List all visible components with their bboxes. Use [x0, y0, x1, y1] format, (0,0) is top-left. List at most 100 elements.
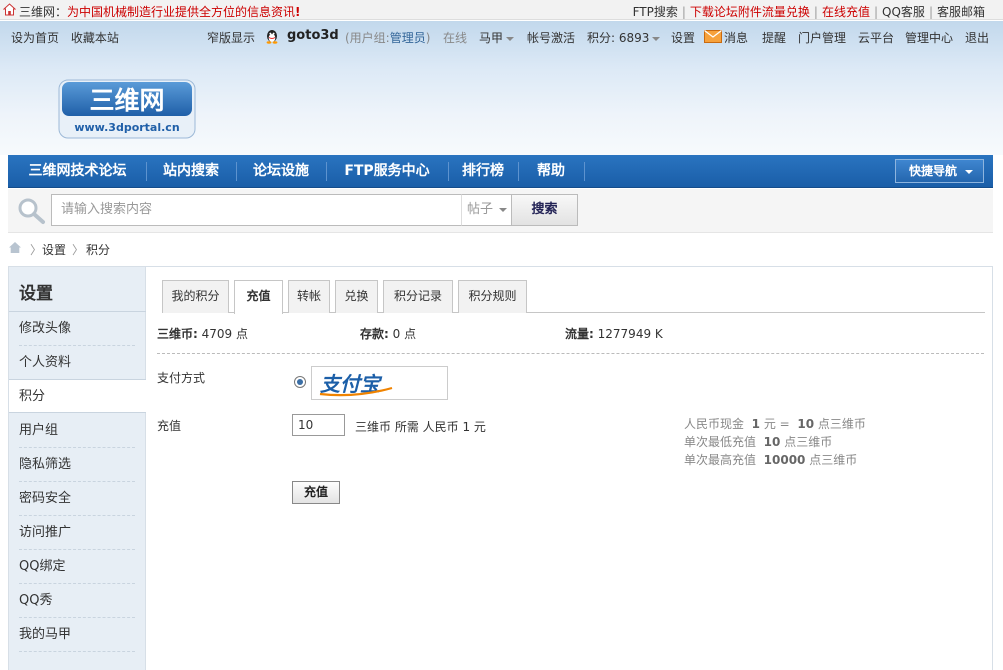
qq-service-link[interactable]: QQ客服 — [882, 5, 925, 19]
rate-min-value: 10 — [763, 435, 781, 449]
points-content: 我的积分 充值 转帐 兑换 积分记录 积分规则 三维币: 4709 点 存款: … — [147, 267, 992, 670]
service-email-link[interactable]: 客服邮箱 — [937, 5, 985, 19]
recharge-amount-note: 三维币 所需 人民币 1 元 — [355, 420, 486, 434]
traffic-value: 1277949 K — [597, 327, 663, 341]
settings-link[interactable]: 设置 — [671, 29, 695, 46]
points-menu[interactable]: 积分: 6893 — [587, 29, 661, 46]
nav-ranking[interactable]: 排行榜 — [453, 155, 513, 188]
sidebar-title: 设置 — [19, 284, 53, 304]
search-icon — [18, 198, 45, 224]
sidebar-item-qq-bind[interactable]: QQ绑定 — [19, 550, 135, 584]
rate-min: 单次最低充值 10 点三维币 — [684, 433, 832, 450]
traffic-exchange-link[interactable]: 下载论坛附件流量兑换 — [690, 5, 810, 19]
tab-exchange[interactable]: 兑换 — [335, 280, 378, 313]
sidebar-item-qq-show[interactable]: QQ秀 — [19, 584, 135, 618]
sidebar-item-my-armor[interactable]: 我的马甲 — [19, 618, 135, 652]
points-label: 积分: 6893 — [587, 31, 650, 45]
chevron-down-icon — [506, 36, 515, 41]
rate-exchange-coin: 10 — [797, 417, 815, 431]
user-group: (用户组:管理员) — [345, 29, 430, 46]
coin-stat: 三维币: 4709 点 — [157, 325, 248, 342]
armor-menu[interactable]: 马甲 — [479, 29, 515, 46]
search-type-select[interactable]: 帖子 — [461, 194, 512, 226]
sidebar-item-avatar[interactable]: 修改头像 — [19, 312, 135, 346]
breadcrumb-points[interactable]: 积分 — [86, 241, 110, 258]
nav-help[interactable]: 帮助 — [523, 155, 579, 188]
nav-facilities[interactable]: 论坛设施 — [241, 155, 321, 188]
nav-site-search[interactable]: 站内搜索 — [151, 155, 231, 188]
nav-forum[interactable]: 三维网技术论坛 — [14, 155, 141, 188]
online-recharge-link[interactable]: 在线充值 — [822, 5, 870, 19]
chevron-down-icon — [965, 169, 974, 174]
breadcrumb-separator: 〉 — [30, 243, 43, 257]
ftp-search-link[interactable]: FTP搜索 — [633, 5, 678, 19]
bookmark-link[interactable]: 收藏本站 — [71, 31, 119, 45]
recharge-submit-button[interactable]: 充值 — [292, 481, 340, 504]
logout-link[interactable]: 退出 — [965, 29, 989, 46]
nav-ftp-center[interactable]: FTP服务中心 — [331, 155, 443, 188]
portal-admin-link[interactable]: 门户管理 — [798, 29, 846, 46]
group-suffix: ) — [425, 31, 431, 45]
deposit-label: 存款: — [360, 327, 389, 341]
breadcrumb-settings[interactable]: 设置 — [42, 241, 66, 258]
sidebar-item-points[interactable]: 积分 — [9, 379, 146, 413]
divider — [157, 353, 984, 354]
account-activate-link[interactable]: 帐号激活 — [527, 29, 575, 46]
payment-method-label: 支付方式 — [157, 371, 206, 385]
set-home-link[interactable]: 设为首页 — [11, 31, 59, 45]
group-link[interactable]: 管理员 — [390, 31, 426, 45]
reminders-link[interactable]: 提醒 — [762, 29, 786, 46]
tab-recharge[interactable]: 充值 — [234, 280, 283, 314]
sidebar-item-usergroup[interactable]: 用户组 — [19, 414, 135, 448]
tab-points-rules[interactable]: 积分规则 — [458, 280, 527, 313]
search-input[interactable]: 请输入搜索内容 — [51, 194, 462, 226]
site-notice[interactable]: 三维网：为中国机械制造行业提供全方位的信息资讯! — [19, 3, 301, 20]
breadcrumb-separator: 〉 — [72, 243, 85, 257]
alipay-radio[interactable] — [294, 376, 306, 388]
site-header: 设为首页 收藏本站 窄版显示 goto3d (用户组:管理员) 在线 马甲 帐号… — [0, 21, 1003, 155]
home-icon[interactable] — [3, 3, 16, 16]
rate-exchange-mid: 元 = — [763, 417, 790, 431]
sidebar-item-privacy[interactable]: 隐私筛选 — [19, 448, 135, 482]
alipay-logo[interactable]: 支付宝 — [311, 366, 448, 400]
rate-max-pre: 单次最高充值 — [684, 453, 757, 467]
user-bar: 设为首页 收藏本站 窄版显示 goto3d (用户组:管理员) 在线 马甲 帐号… — [0, 21, 1003, 51]
site-slogan: 为中国机械制造行业提供全方位的信息资讯 — [67, 5, 296, 19]
sidebar-item-promotion[interactable]: 访问推广 — [19, 516, 135, 550]
narrow-view-link[interactable]: 窄版显示 — [207, 29, 255, 46]
recharge-amount-input[interactable]: 10 — [292, 414, 345, 436]
tab-points-log[interactable]: 积分记录 — [383, 280, 453, 313]
chevron-down-icon — [499, 207, 508, 212]
site-logo[interactable]: 三维网 www.3dportal.cn — [58, 79, 196, 139]
traffic-label: 流量: — [565, 327, 594, 341]
coin-label: 三维币: — [157, 327, 198, 341]
rate-max-value: 10000 — [763, 453, 806, 467]
rate-min-pre: 单次最低充值 — [684, 435, 757, 449]
search-button[interactable]: 搜索 — [511, 194, 578, 226]
logo-url: www.3dportal.cn — [74, 121, 179, 134]
logo-text: 三维网 — [89, 86, 164, 115]
traffic-stat: 流量: 1277949 K — [565, 325, 663, 342]
admin-center-link[interactable]: 管理中心 — [905, 29, 953, 46]
rate-exchange-pre: 人民币现金 — [684, 417, 745, 431]
group-prefix: (用户组: — [345, 31, 390, 45]
settings-sidebar: 设置 修改头像 个人资料 积分 用户组 隐私筛选 密码安全 访问推广 QQ绑定 … — [9, 267, 146, 670]
quick-nav-button[interactable]: 快捷导航 — [895, 159, 984, 183]
username-link[interactable]: goto3d — [287, 28, 339, 43]
tab-my-points[interactable]: 我的积分 — [162, 280, 229, 313]
sidebar-item-profile[interactable]: 个人资料 — [19, 346, 135, 380]
online-status[interactable]: 在线 — [443, 29, 467, 46]
qq-penguin-icon — [266, 30, 278, 44]
rate-exchange-rmb: 1 — [751, 417, 761, 431]
top-links: FTP搜索 | 下载论坛附件流量兑换 | 在线充值 | QQ客服 | 客服邮箱 — [632, 5, 985, 19]
messages-link[interactable]: 消息 — [724, 29, 748, 46]
armor-label: 马甲 — [479, 31, 504, 45]
coin-value: 4709 点 — [201, 327, 248, 341]
sidebar-item-password[interactable]: 密码安全 — [19, 482, 135, 516]
tab-transfer[interactable]: 转帐 — [288, 280, 330, 313]
cloud-platform-link[interactable]: 云平台 — [858, 29, 894, 46]
recharge-amount-label: 充值 — [157, 419, 182, 433]
search-type-label: 帖子 — [467, 202, 494, 217]
deposit-value: 0 点 — [392, 327, 417, 341]
home-icon[interactable] — [8, 241, 22, 254]
